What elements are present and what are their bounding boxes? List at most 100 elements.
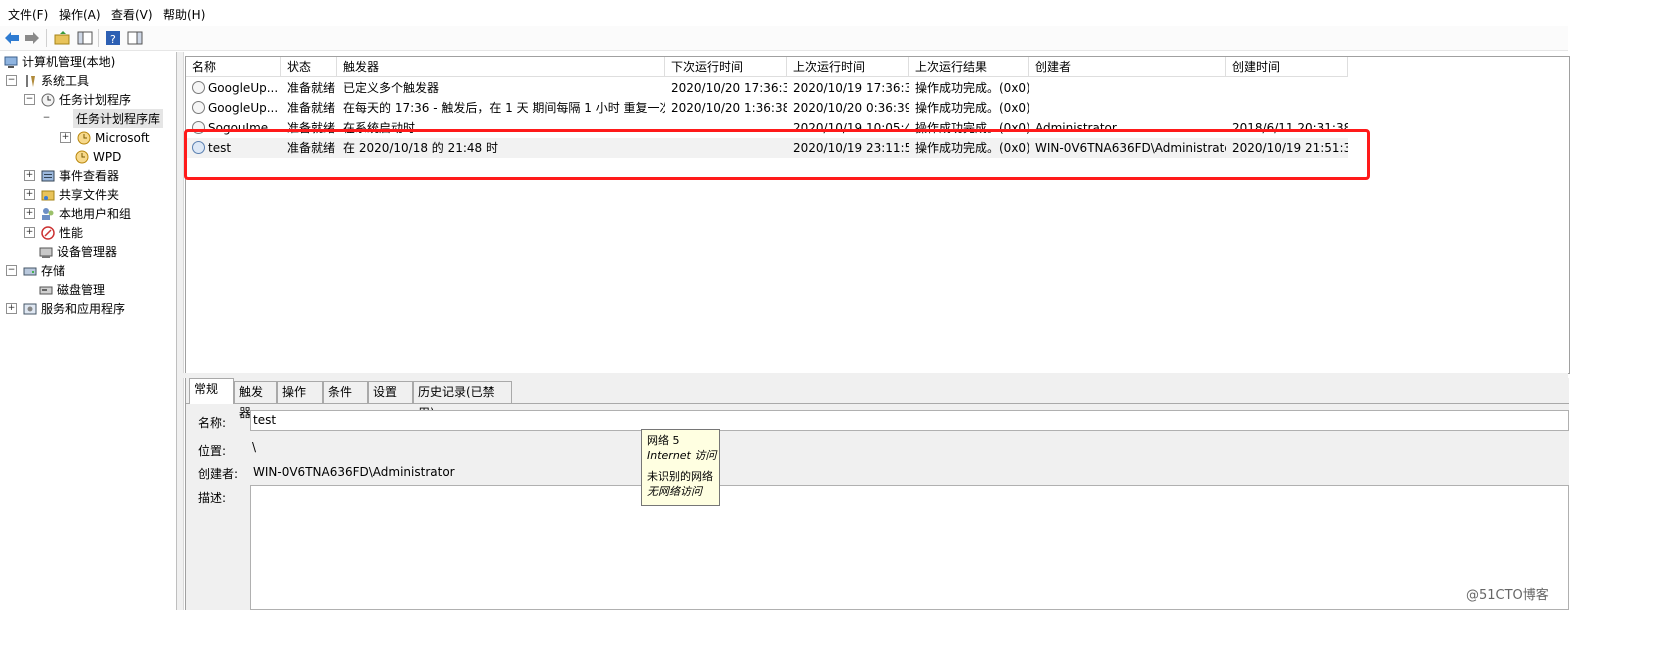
menu-action[interactable]: 操作(A) bbox=[59, 6, 101, 23]
tree-item-performance[interactable]: + 性能 bbox=[24, 223, 83, 242]
cell-last-run: 2020/10/19 17:36:34 bbox=[793, 81, 909, 95]
column-header-created[interactable]: 创建时间 bbox=[1226, 57, 1348, 77]
tab-triggers[interactable]: 触发器 bbox=[234, 381, 277, 420]
tree-label: 事件查看器 bbox=[59, 169, 120, 183]
tree-label: 计算机管理(本地) bbox=[22, 55, 116, 69]
name-label: 名称: bbox=[198, 416, 227, 430]
vertical-splitter[interactable] bbox=[177, 52, 184, 610]
column-header-author[interactable]: 创建者 bbox=[1029, 57, 1226, 77]
expand-icon[interactable]: + bbox=[24, 227, 35, 238]
author-label: 创建者: bbox=[198, 467, 239, 481]
task-clock-icon bbox=[192, 81, 205, 94]
tree-item-task-scheduler[interactable]: − 任务计划程序 bbox=[24, 90, 131, 109]
expand-icon[interactable]: + bbox=[6, 303, 17, 314]
collapse-icon[interactable]: − bbox=[24, 94, 35, 105]
cell-last-run: 2020/10/19 23:11:50 bbox=[793, 141, 909, 155]
disk-icon bbox=[39, 283, 53, 297]
forward-icon[interactable] bbox=[23, 29, 41, 47]
clock-icon bbox=[41, 93, 55, 107]
device-manager-icon bbox=[39, 245, 53, 259]
tree-item-shared-folders[interactable]: + 共享文件夹 bbox=[24, 185, 119, 204]
scheduled-folder-icon bbox=[75, 150, 89, 164]
tree-label: 本地用户和组 bbox=[59, 207, 132, 221]
tree-item-storage[interactable]: − 存储 bbox=[6, 261, 65, 280]
tab-conditions[interactable]: 条件 bbox=[323, 381, 368, 403]
cell-author: Administrator bbox=[1035, 121, 1117, 135]
cell-name: GoogleUp... bbox=[186, 98, 281, 118]
cell-last-result: 操作成功完成。(0x0) bbox=[915, 121, 1029, 135]
tools-icon bbox=[23, 74, 37, 88]
tree-item-disk-management[interactable]: 磁盘管理 bbox=[39, 280, 105, 299]
table-row[interactable]: GoogleUp... 准备就绪 在每天的 17:36 - 触发后，在 1 天 … bbox=[186, 98, 1348, 118]
up-folder-icon[interactable] bbox=[53, 29, 71, 47]
cell-trigger: 在每天的 17:36 - 触发后，在 1 天 期间每隔 1 小时 重复一次。 bbox=[343, 101, 665, 115]
cell-last-run: 2020/10/19 10:05:46 bbox=[793, 121, 909, 135]
watermark: @51CTO博客 bbox=[1466, 588, 1549, 603]
expand-icon[interactable]: + bbox=[24, 208, 35, 219]
table-row[interactable]: SogouIme... 准备就绪 在系统启动时 2020/10/19 10:05… bbox=[186, 118, 1348, 138]
tree-item-computer-management[interactable]: 计算机管理(本地) bbox=[4, 52, 115, 71]
description-field[interactable] bbox=[250, 485, 1569, 610]
cell-next-run bbox=[665, 118, 787, 138]
expand-icon[interactable]: + bbox=[24, 170, 35, 181]
table-row[interactable]: GoogleUp... 准备就绪 已定义多个触发器 2020/10/20 17:… bbox=[186, 78, 1348, 98]
show-action-pane-icon[interactable] bbox=[126, 29, 144, 47]
description-label: 描述: bbox=[198, 491, 227, 505]
tree-item-microsoft[interactable]: + Microsoft bbox=[60, 128, 150, 147]
tab-general[interactable]: 常规 bbox=[189, 378, 234, 404]
storage-icon bbox=[23, 264, 37, 278]
column-header-trigger[interactable]: 触发器 bbox=[337, 57, 665, 77]
column-header-name[interactable]: 名称 bbox=[186, 57, 281, 77]
shared-folder-icon bbox=[41, 188, 55, 202]
collapse-icon[interactable]: − bbox=[42, 114, 51, 123]
collapse-icon[interactable]: − bbox=[6, 75, 17, 86]
cell-status: 准备就绪 bbox=[287, 81, 336, 95]
cell-last-result: 操作成功完成。(0x0) bbox=[915, 141, 1029, 155]
tab-settings[interactable]: 设置 bbox=[368, 381, 413, 403]
tree-item-wpd[interactable]: WPD bbox=[75, 147, 121, 166]
task-clock-icon bbox=[192, 101, 205, 114]
cell-next-run: 2020/10/20 1:36:38 bbox=[671, 101, 787, 115]
back-icon[interactable] bbox=[3, 29, 21, 47]
column-header-status[interactable]: 状态 bbox=[281, 57, 337, 77]
tree-item-event-viewer[interactable]: + 事件查看器 bbox=[24, 166, 119, 185]
tree-label: 任务计划程序库 bbox=[73, 109, 164, 128]
help-icon[interactable]: ? bbox=[104, 29, 122, 47]
menu-bar: 文件(F) 操作(A) 查看(V) 帮助(H) bbox=[0, 0, 1568, 26]
tab-actions[interactable]: 操作 bbox=[277, 381, 323, 403]
cell-name: SogouIme... bbox=[186, 118, 281, 138]
menu-help[interactable]: 帮助(H) bbox=[163, 6, 205, 23]
column-header-last-run[interactable]: 上次运行时间 bbox=[787, 57, 909, 77]
toolbar: ? bbox=[0, 26, 1568, 51]
tree-label: 性能 bbox=[59, 226, 84, 240]
name-field[interactable]: test bbox=[250, 410, 1569, 431]
cell-status: 准备就绪 bbox=[287, 101, 336, 115]
menu-view[interactable]: 查看(V) bbox=[111, 6, 153, 23]
tree-label: 任务计划程序 bbox=[59, 93, 132, 107]
column-header-last-result[interactable]: 上次运行结果 bbox=[909, 57, 1029, 77]
expand-icon[interactable]: + bbox=[60, 132, 71, 143]
svg-text:?: ? bbox=[110, 33, 116, 46]
expand-icon[interactable]: + bbox=[24, 189, 35, 200]
tree-item-device-manager[interactable]: 设备管理器 bbox=[39, 242, 117, 261]
tree-item-system-tools[interactable]: − 系统工具 bbox=[6, 71, 89, 90]
menu-file[interactable]: 文件(F) bbox=[8, 6, 48, 23]
tree-item-local-users[interactable]: + 本地用户和组 bbox=[24, 204, 131, 223]
cell-created bbox=[1226, 98, 1348, 118]
tab-history[interactable]: 历史记录(已禁用) bbox=[413, 381, 512, 420]
author-value: WIN-0V6TNA636FD\Administrator bbox=[253, 465, 455, 479]
network-tooltip: 网络 5 Internet 访问 未识别的网络 无网络访问 bbox=[641, 429, 720, 506]
tree-label: 存储 bbox=[41, 264, 66, 278]
tree-item-services-apps[interactable]: + 服务和应用程序 bbox=[6, 299, 125, 318]
table-row-selected[interactable]: test 准备就绪 在 2020/10/18 的 21:48 时 2020/10… bbox=[186, 138, 1348, 158]
tree-item-task-library[interactable]: − 任务计划程序库 bbox=[42, 109, 164, 128]
cell-next-run: 2020/10/20 17:36:35 bbox=[671, 81, 787, 95]
cell-created bbox=[1226, 78, 1348, 98]
cell-trigger: 已定义多个触发器 bbox=[343, 81, 440, 95]
tree-label: 系统工具 bbox=[41, 74, 90, 88]
column-header-next-run[interactable]: 下次运行时间 bbox=[665, 57, 787, 77]
cell-status: 准备就绪 bbox=[287, 141, 336, 155]
show-hide-console-tree-icon[interactable] bbox=[76, 29, 94, 47]
performance-icon bbox=[41, 225, 55, 240]
collapse-icon[interactable]: − bbox=[6, 265, 17, 276]
